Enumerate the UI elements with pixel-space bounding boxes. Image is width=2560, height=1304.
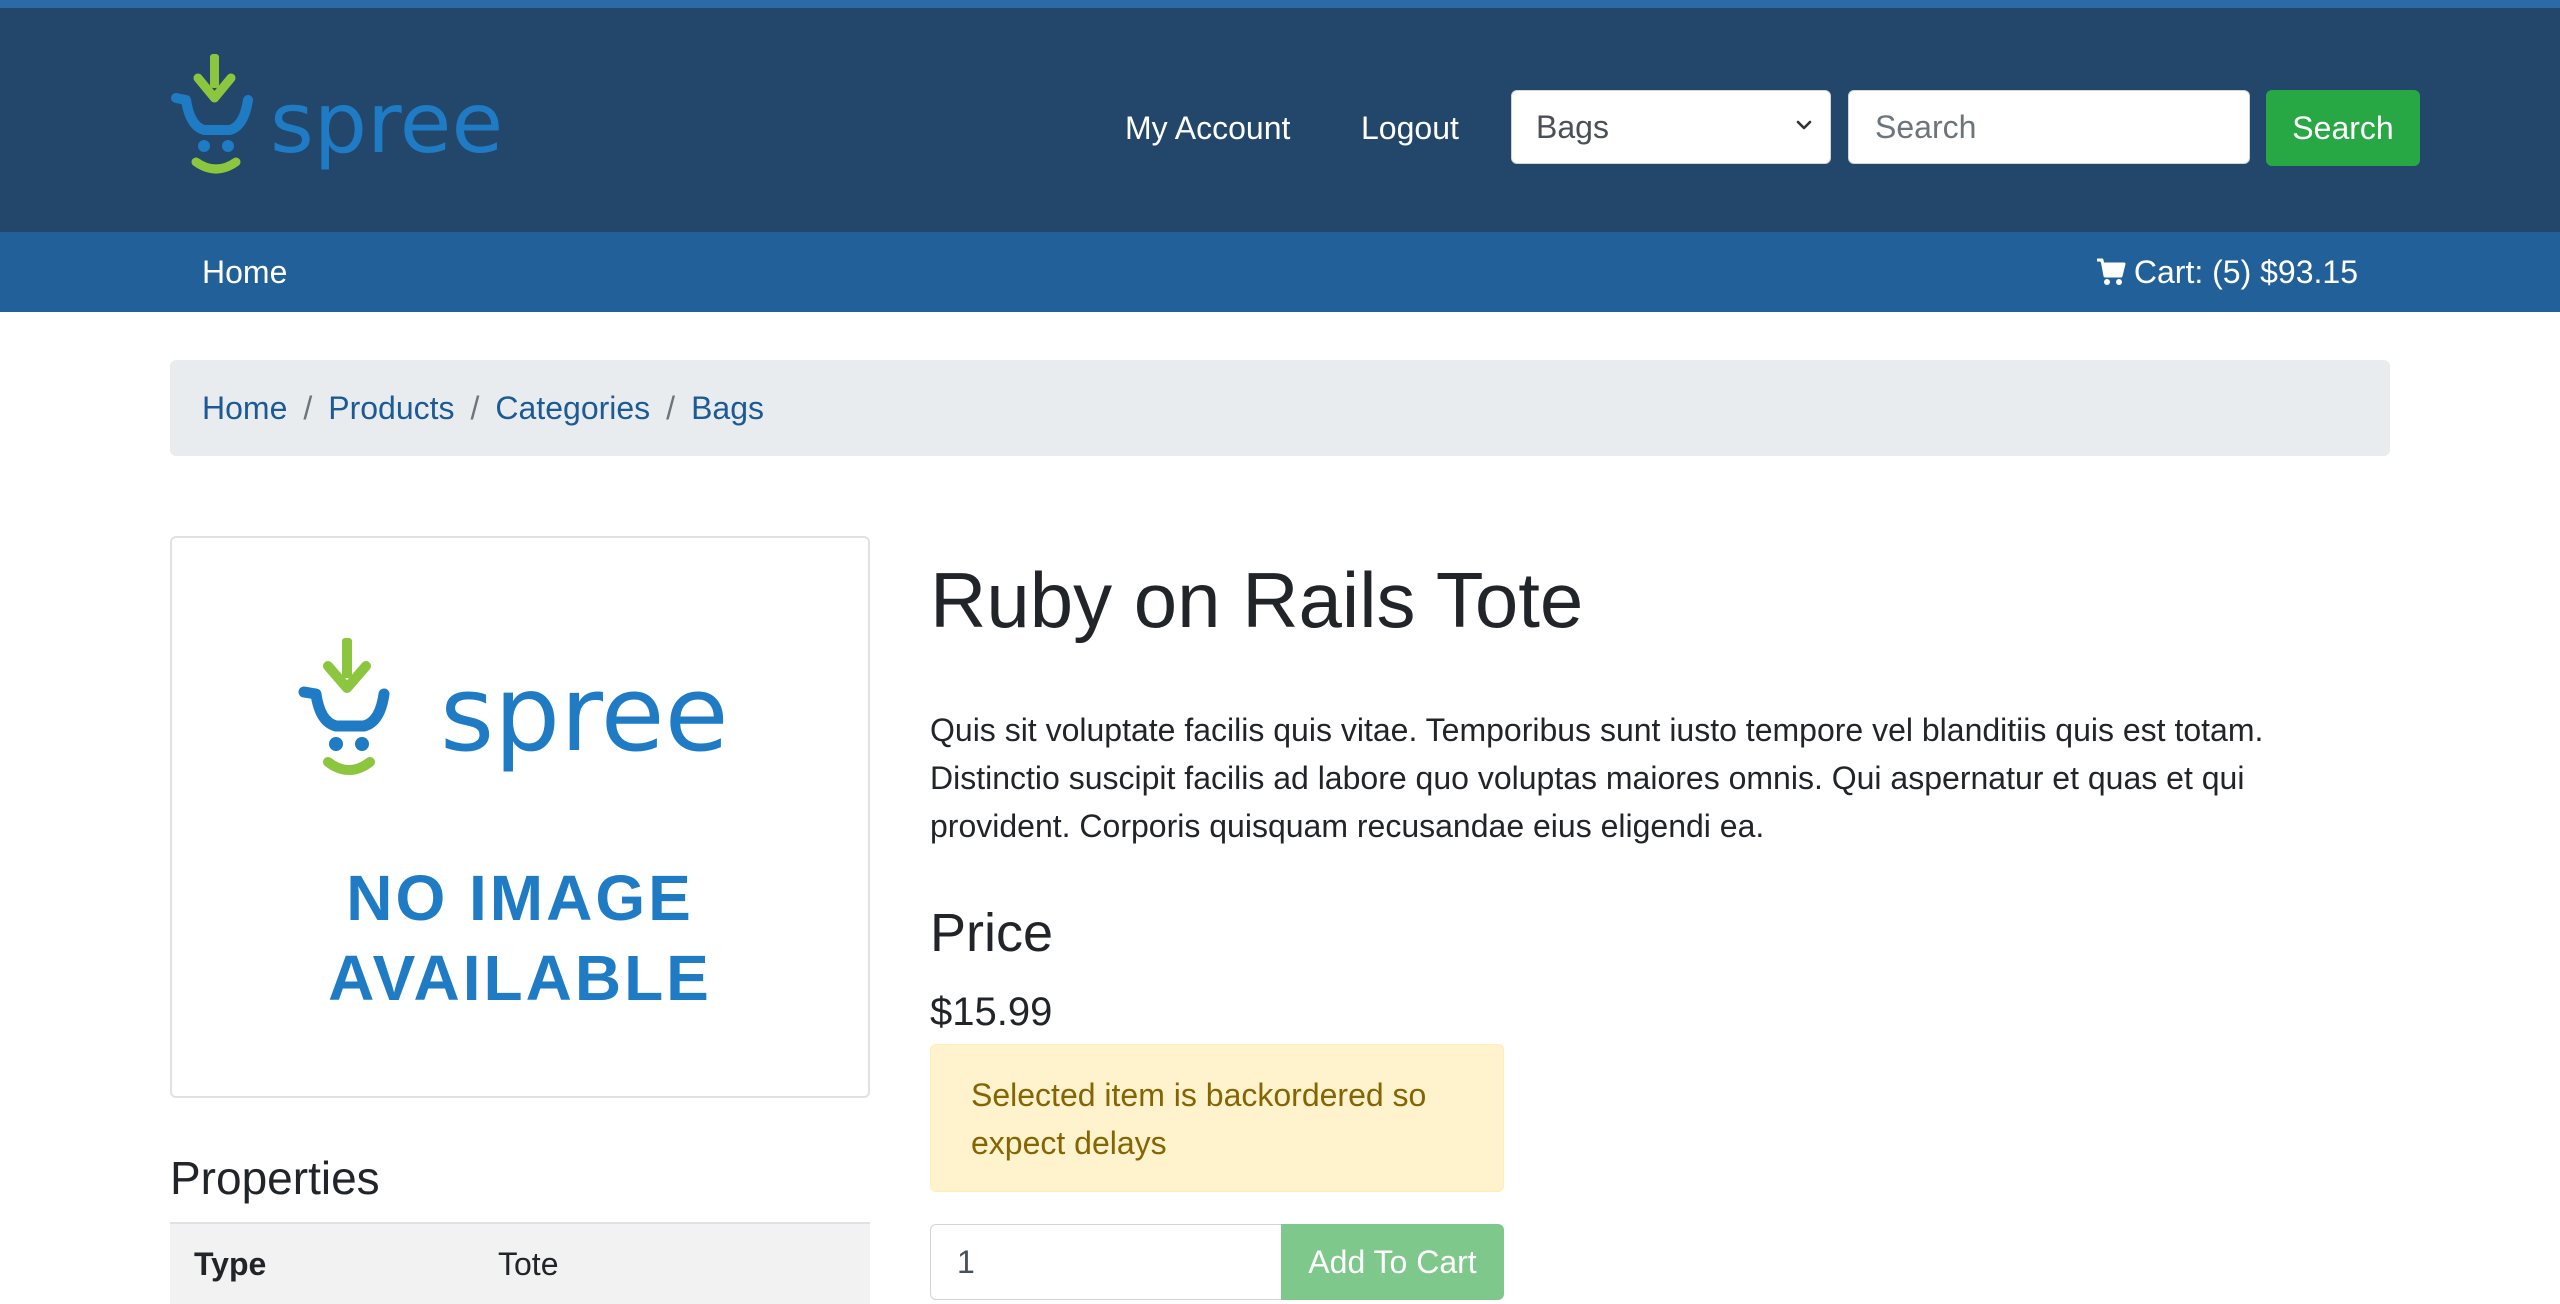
search-button[interactable]: Search [2266, 90, 2420, 166]
product-image: spree NO IMAGE AVAILABLE [170, 536, 870, 1098]
breadcrumb-separator: / [666, 390, 676, 426]
top-accent-stripe [0, 0, 2560, 8]
property-value: Tote [498, 1246, 559, 1282]
breadcrumb-bags[interactable]: Bags [691, 390, 764, 426]
taxon-select-value: Bags [1536, 109, 1609, 145]
nav-home-link[interactable]: Home [202, 248, 287, 296]
no-image-placeholder-logo: spree [298, 638, 729, 775]
logo-wordmark: spree [270, 74, 503, 172]
breadcrumb-home[interactable]: Home [202, 390, 287, 426]
no-image-line-2: AVAILABLE [328, 942, 712, 1014]
quantity-input[interactable]: 1 [930, 1224, 1282, 1300]
cart-link[interactable]: Cart: (5) $93.15 [2096, 248, 2358, 296]
site-header: spree My Account Logout Bags Search Sear… [0, 8, 2560, 232]
backorder-alert: Selected item is backordered so expect d… [930, 1044, 1504, 1192]
taxon-select[interactable]: Bags [1511, 90, 1831, 164]
logout-link[interactable]: Logout [1361, 104, 1459, 152]
search-placeholder: Search [1875, 109, 1977, 145]
property-key: Type [194, 1246, 267, 1282]
breadcrumb-separator: / [303, 390, 313, 426]
my-account-link[interactable]: My Account [1125, 104, 1290, 152]
search-input[interactable]: Search [1848, 90, 2250, 164]
placeholder-wordmark: spree [440, 653, 729, 775]
breadcrumb-products[interactable]: Products [328, 390, 454, 426]
product-title: Ruby on Rails Tote [930, 556, 1584, 644]
breadcrumb: Home / Products / Categories / Bags [170, 360, 2390, 456]
spree-logo[interactable]: spree [168, 46, 508, 186]
product-description: Quis sit voluptate facilis quis vitae. T… [930, 712, 2264, 844]
breadcrumb-categories[interactable]: Categories [495, 390, 650, 426]
main-nav-bar: Home Cart: (5) $93.15 [0, 232, 2560, 312]
product-price: $15.99 [930, 990, 1053, 1034]
logo-arrow-icon [193, 54, 236, 103]
logo-cart-icon [171, 93, 253, 174]
breadcrumb-separator: / [470, 390, 480, 426]
shopping-cart-icon [2096, 258, 2126, 285]
cart-summary: Cart: (5) $93.15 [2133, 254, 2358, 290]
price-heading: Price [930, 903, 1054, 963]
add-to-cart-button[interactable]: Add To Cart [1281, 1224, 1504, 1300]
no-image-line-1: NO IMAGE [346, 862, 694, 934]
properties-table: Type Tote [170, 1222, 870, 1304]
chevron-down-icon [1796, 120, 1812, 130]
properties-heading: Properties [170, 1152, 380, 1204]
